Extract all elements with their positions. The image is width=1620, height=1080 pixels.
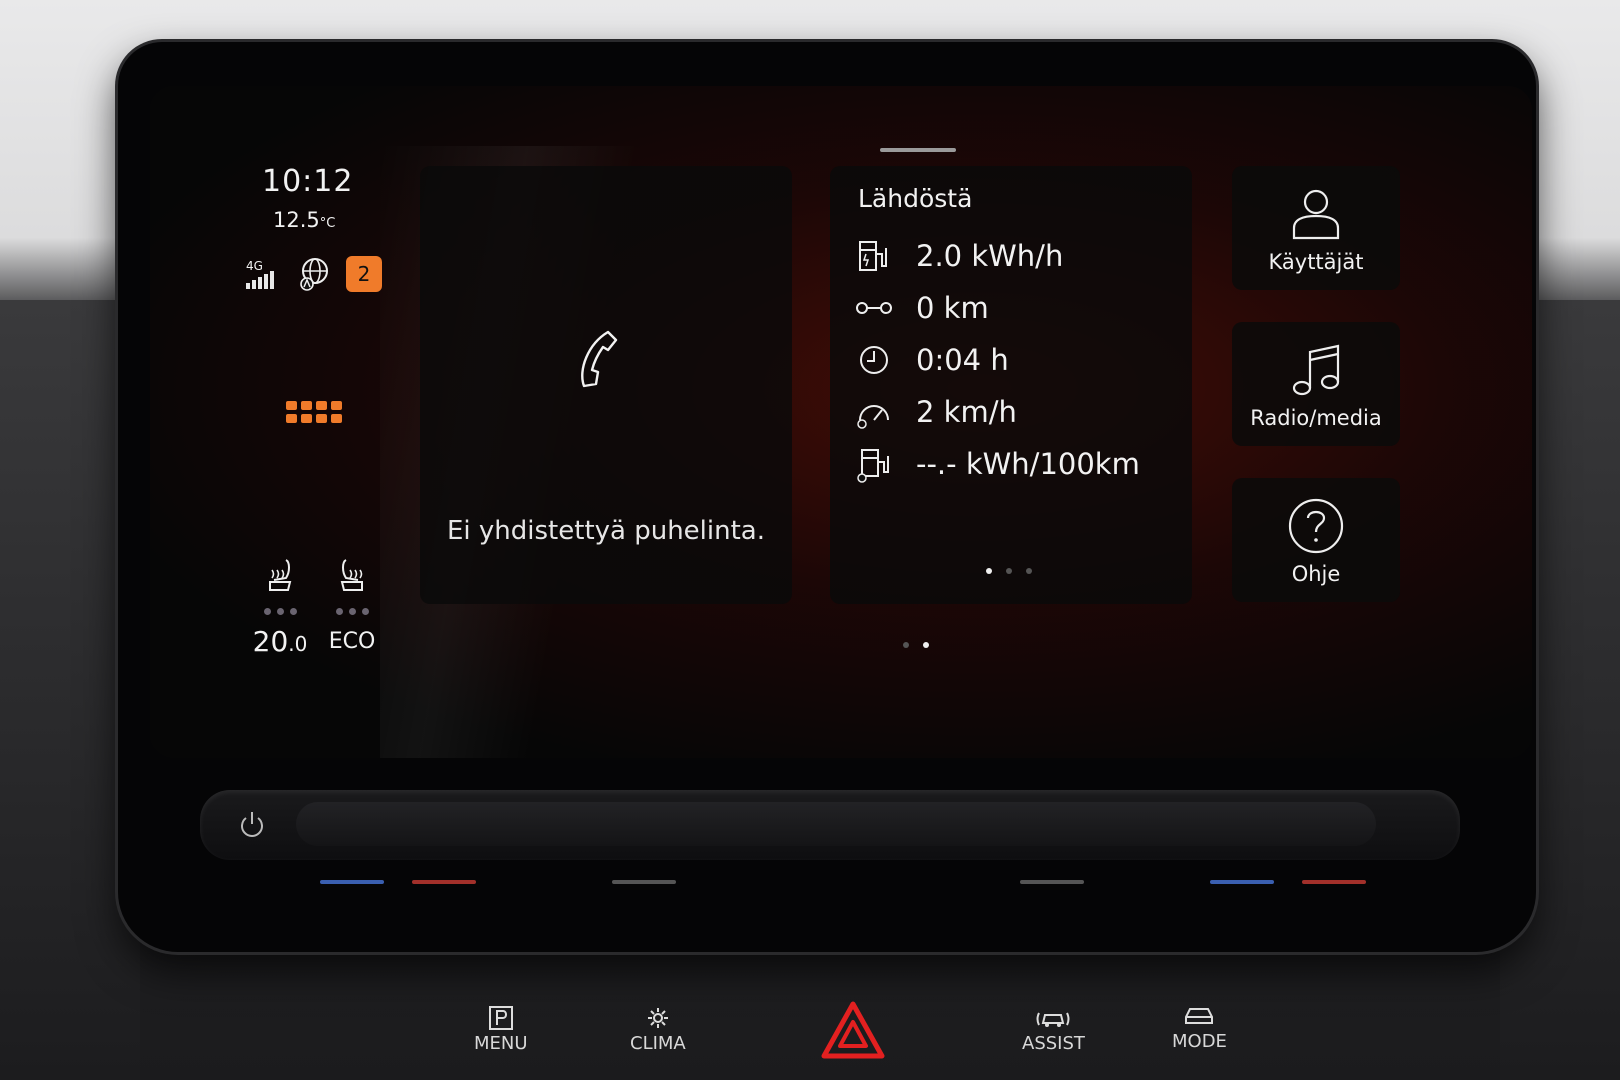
temperature-slider[interactable] (296, 802, 1376, 846)
drag-handle[interactable] (880, 148, 956, 152)
trip-value: 0:04 h (916, 343, 1009, 377)
phone-status-text: Ei yhdistettyä puhelinta. (447, 516, 765, 546)
mode-button[interactable]: MODE (1172, 1005, 1227, 1052)
trip-row: --.- kWh/100km (854, 442, 1140, 486)
car-icon (1185, 1008, 1214, 1024)
notification-badge[interactable]: 2 (346, 256, 382, 292)
warm-indicator (412, 880, 476, 884)
seat-heating-passenger[interactable]: ECO (322, 556, 382, 654)
hazard-warning-icon[interactable] (820, 1000, 886, 1060)
temperature-unit: °C (319, 216, 336, 231)
clima-label: CLIMA (630, 1033, 686, 1054)
fuel-pump-energy-icon (859, 241, 887, 271)
trip-value: 2.0 kWh/h (916, 239, 1064, 273)
climate-control-strip[interactable] (200, 790, 1460, 860)
trip-value: --.- kWh/100km (916, 447, 1140, 481)
seat-heating-driver[interactable]: 20.0 (250, 556, 310, 658)
cool-indicator (320, 880, 384, 884)
radio-media-label: Radio/media (1250, 406, 1382, 430)
distance-icon (856, 302, 892, 314)
status-icons: 4G 2 (246, 256, 382, 292)
temperature-value: 12.5 (273, 208, 320, 232)
fan-icon (647, 1008, 668, 1028)
consumption-icon (857, 449, 889, 483)
assist-button[interactable]: ASSIST (1022, 1005, 1085, 1054)
seat-heating-icon (269, 559, 292, 591)
home-page-indicator[interactable] (903, 642, 929, 648)
clock-icon (860, 346, 888, 374)
clock: 10:12 (262, 164, 354, 199)
speedometer-icon (857, 405, 889, 429)
user-icon (1292, 189, 1340, 240)
status-column: 10:12 12.5°C 4G 2 20.0 ECO (150, 86, 420, 758)
trip-row: 2.0 kWh/h (854, 234, 1063, 278)
trip-page-indicator[interactable] (986, 568, 1032, 574)
hardware-buttons: MENU CLIMA ASSIST MODE (0, 1005, 1620, 1080)
climate-mode: ECO (328, 629, 376, 654)
outside-temperature: 12.5°C (273, 208, 335, 232)
app-grid-icon[interactable] (286, 401, 342, 423)
infotainment-screen: 10:12 12.5°C 4G 2 20.0 ECO Ei yhdistetty… (150, 86, 1532, 758)
help-button[interactable]: Ohje (1232, 478, 1400, 602)
help-label: Ohje (1291, 562, 1341, 586)
warm-indicator (1302, 880, 1366, 884)
menu-label: MENU (474, 1033, 528, 1054)
users-button[interactable]: Käyttäjät (1232, 166, 1400, 290)
slider-indicator (1020, 880, 1084, 884)
parking-icon (488, 1006, 513, 1030)
music-note-icon (1292, 344, 1340, 396)
trip-row: 2 km/h (854, 390, 1017, 434)
users-label: Käyttäjät (1268, 250, 1364, 274)
trip-row: 0:04 h (854, 338, 1009, 382)
cool-indicator (1210, 880, 1274, 884)
seat-heating-icon (340, 559, 363, 591)
trip-title: Lähdöstä (858, 184, 973, 213)
help-icon (1288, 498, 1344, 554)
driver-temperature: 20.0 (252, 625, 308, 658)
signal-icon: 4G (246, 259, 286, 289)
slider-indicator (612, 880, 676, 884)
radio-media-button[interactable]: Radio/media (1232, 322, 1400, 446)
trip-row: 0 km (854, 286, 989, 330)
mode-label: MODE (1172, 1031, 1227, 1052)
phone-tile[interactable]: Ei yhdistettyä puhelinta. (420, 166, 792, 604)
online-globe-icon[interactable] (298, 256, 334, 292)
menu-button[interactable]: MENU (474, 1005, 528, 1054)
assist-car-icon (1036, 1012, 1070, 1027)
phone-icon (581, 330, 618, 388)
trip-data-tile[interactable]: Lähdöstä 2.0 kWh/h 0 km 0:04 h 2 km/h --… (830, 166, 1192, 604)
clima-button[interactable]: CLIMA (630, 1005, 686, 1054)
assist-label: ASSIST (1022, 1033, 1085, 1054)
power-icon[interactable] (236, 808, 268, 840)
trip-value: 0 km (916, 291, 989, 325)
trip-value: 2 km/h (916, 395, 1017, 429)
